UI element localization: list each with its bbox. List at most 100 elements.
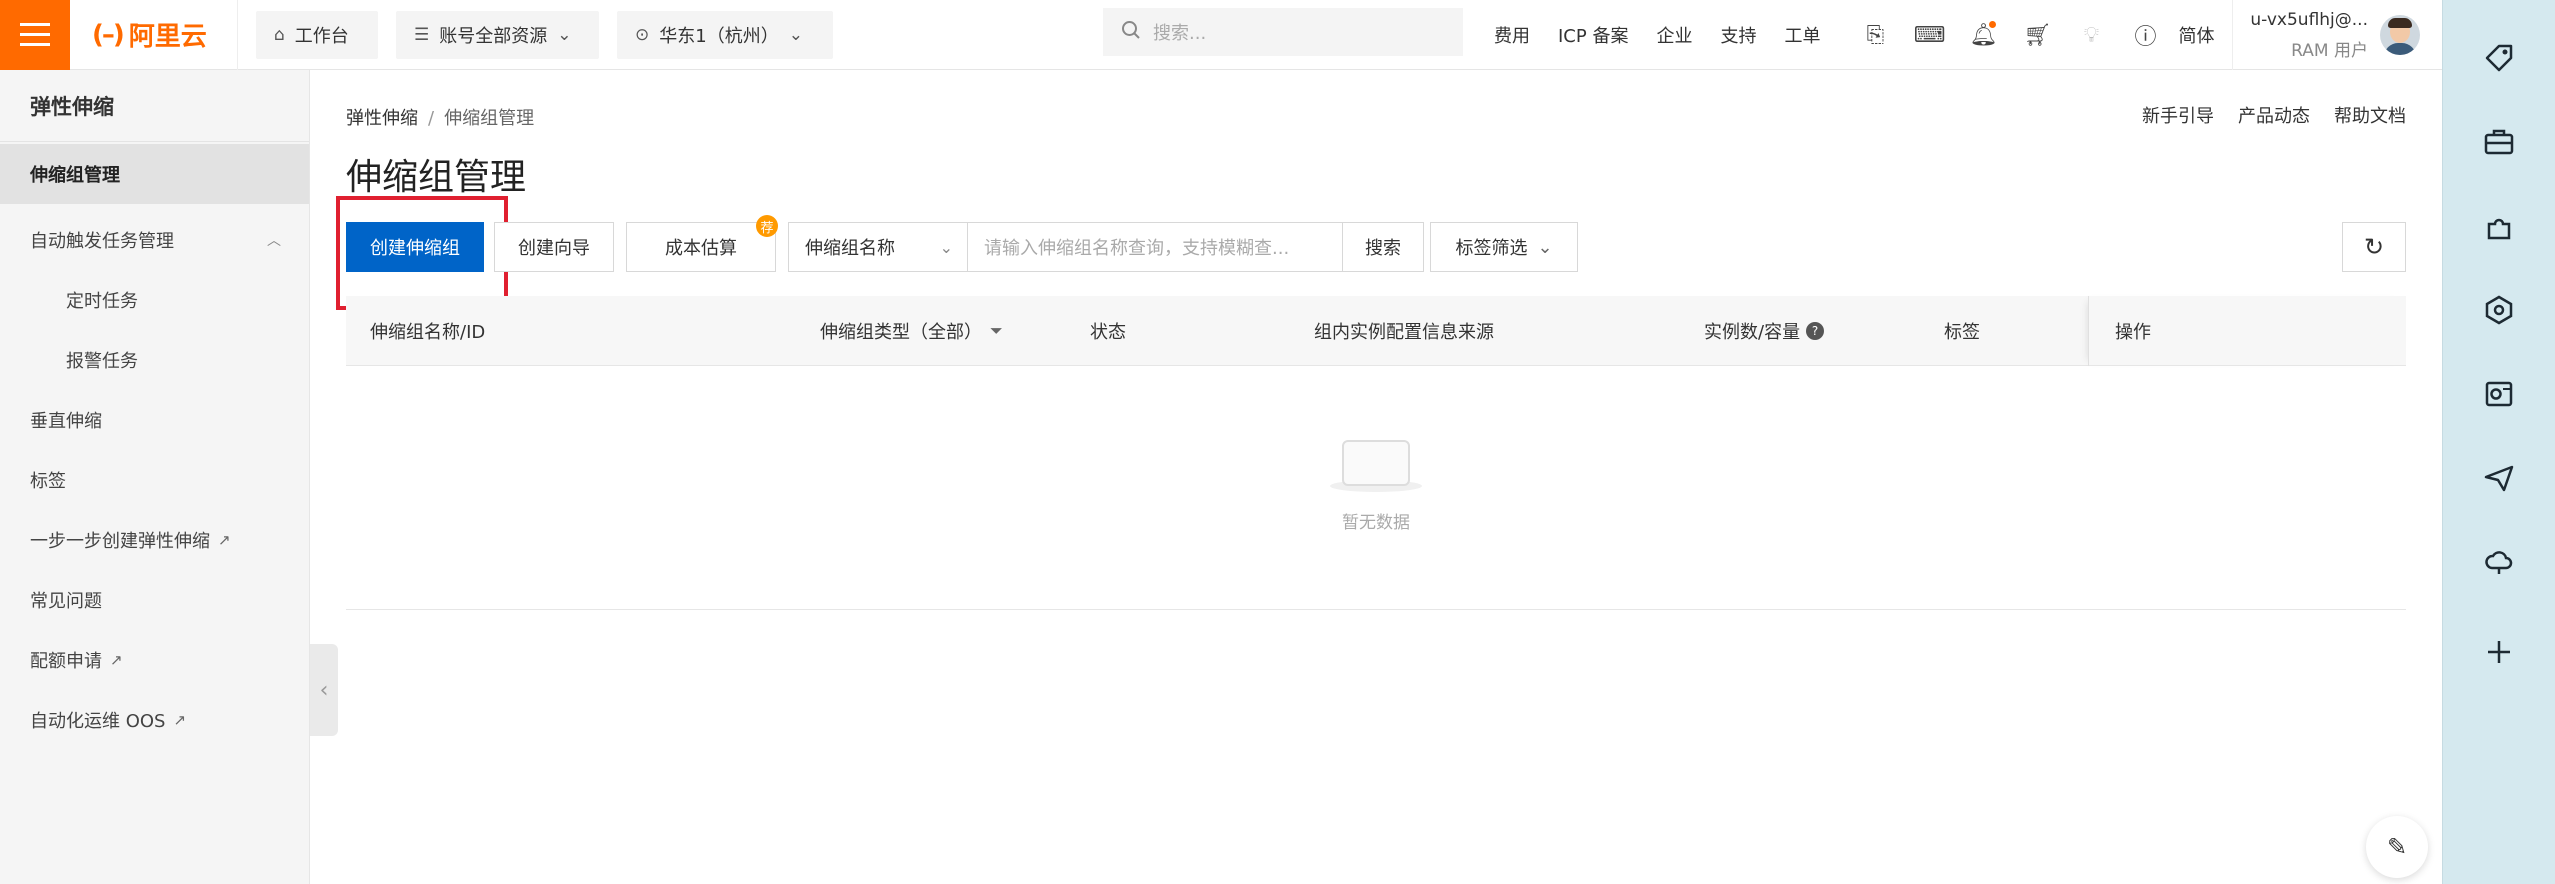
help-docs-link[interactable]: 帮助文档 (2334, 102, 2406, 128)
puzzle-icon[interactable] (2477, 204, 2521, 248)
help-question-icon[interactable]: ? (1806, 322, 1825, 340)
filter-icon[interactable]: ⏷ (990, 321, 1003, 341)
workbench-button[interactable]: ⌂ 工作台 (256, 10, 378, 59)
logo-text: 阿里云 (128, 22, 207, 52)
feedback-edit-button[interactable]: ✎ (2366, 816, 2428, 878)
language-switch[interactable]: 简体 (2178, 0, 2234, 70)
breadcrumb: 弹性伸缩 / 伸缩组管理 (346, 104, 534, 130)
external-link-icon: ↗ (110, 651, 123, 669)
stack-icon: ☰ (414, 24, 430, 45)
sidebar-item-label: 标签 (30, 471, 66, 492)
sidebar-item-quota-request[interactable]: 配额申请 ↗ (0, 630, 309, 690)
bell-icon[interactable]: 🔔︎ (1956, 20, 2010, 48)
chevron-left-icon: ‹ (319, 677, 329, 703)
sidebar-item-label: 垂直伸缩 (30, 411, 102, 432)
sidebar-item-step-by-step[interactable]: 一步一步创建弹性伸缩 ↗ (0, 510, 309, 570)
table-body: 暂无数据 (346, 366, 2406, 610)
cube-icon[interactable] (2477, 288, 2521, 332)
column-header-tags: 标签 (1944, 322, 1980, 343)
avatar[interactable] (2380, 15, 2420, 55)
recommend-badge: 荐 (756, 215, 778, 237)
tag-filter-label: 标签筛选 (1455, 238, 1528, 259)
enterprise-link[interactable]: 企业 (1656, 22, 1692, 48)
toolbar: 创建伸缩组 创建向导 成本估算 荐 伸缩组名称 ⌄ 请输入伸缩组名称查询，支持模… (336, 196, 2406, 310)
global-search-input[interactable]: 搜索... (1103, 8, 1463, 56)
empty-state: 暂无数据 (346, 432, 2406, 533)
hamburger-menu-button[interactable] (0, 0, 70, 70)
search-button[interactable]: 搜索 (1342, 222, 1424, 272)
tag-icon[interactable] (2477, 36, 2521, 80)
create-wizard-button[interactable]: 创建向导 (494, 222, 614, 272)
product-news-link[interactable]: 产品动态 (2238, 102, 2310, 128)
region-label: 华东1（杭州） (659, 25, 779, 47)
sidebar: 弹性伸缩 伸缩组管理 自动触发任务管理 ︿ 定时任务 报警任务 垂直伸缩 标签 … (0, 70, 310, 884)
billing-link[interactable]: 费用 (1494, 22, 1530, 48)
ai-assistant-icon[interactable]: ⎘ (1848, 23, 1902, 48)
tag-filter-dropdown[interactable]: 标签筛选 ⌄ (1430, 222, 1578, 272)
location-pin-icon: ⊙ (635, 24, 650, 45)
sidebar-title: 弹性伸缩 (0, 70, 309, 142)
cart-icon[interactable]: 🛒︎ (2010, 23, 2064, 48)
right-tool-rail (2442, 0, 2555, 884)
empty-inbox-icon (1330, 432, 1422, 492)
refresh-button[interactable]: ↻ (2342, 222, 2406, 272)
external-link-icon: ↗ (218, 531, 231, 549)
sidebar-item-vertical-scaling[interactable]: 垂直伸缩 (0, 390, 309, 450)
send-icon[interactable] (2477, 456, 2521, 500)
sidebar-collapse-button[interactable]: ‹ (310, 644, 338, 736)
sidebar-item-oos[interactable]: 自动化运维 OOS ↗ (0, 690, 309, 750)
sidebar-item-scheduled-tasks[interactable]: 定时任务 (0, 270, 309, 330)
support-link[interactable]: 支持 (1720, 22, 1756, 48)
outlook-mail-icon[interactable] (2477, 372, 2521, 416)
cloud-icon[interactable] (2477, 540, 2521, 584)
scaling-group-search-input[interactable]: 请输入伸缩组名称查询，支持模糊查... (967, 222, 1343, 272)
sidebar-item-label: 一步一步创建弹性伸缩 (30, 531, 210, 552)
highlight-annotation-box (336, 196, 508, 310)
empty-text: 暂无数据 (1342, 513, 1410, 533)
chevron-down-icon: ⌄ (939, 237, 953, 257)
user-role: RAM 用户 (2291, 40, 2368, 61)
region-dropdown[interactable]: ⊙ 华东1（杭州） ⌄ (617, 10, 833, 59)
search-icon (1121, 20, 1141, 45)
sidebar-item-alarm-tasks[interactable]: 报警任务 (0, 330, 309, 390)
help-icon[interactable]: ⓘ (2118, 19, 2172, 51)
terminal-icon[interactable]: ⌨ (1902, 23, 1956, 48)
sidebar-item-scaling-groups[interactable]: 伸缩组管理 (0, 144, 309, 204)
sidebar-item-label: 常见问题 (30, 591, 102, 612)
table-header: 伸缩组名称/ID 伸缩组类型（全部） ⏷ 状态 组内实例配置信息来源 实例数/容量… (346, 296, 2406, 366)
refresh-icon: ↻ (2363, 233, 2385, 261)
sidebar-item-tags[interactable]: 标签 (0, 450, 309, 510)
sidebar-item-label: 自动化运维 OOS (30, 711, 166, 732)
ticket-link[interactable]: 工单 (1784, 22, 1820, 48)
sidebar-item-label: 自动触发任务管理 (30, 231, 174, 252)
toolbox-icon[interactable] (2477, 120, 2521, 164)
breadcrumb-root[interactable]: 弹性伸缩 (346, 108, 418, 129)
account-scope-label: 账号全部资源 (439, 25, 548, 47)
cost-estimate-button[interactable]: 成本估算 荐 (626, 215, 778, 272)
sidebar-item-faq[interactable]: 常见问题 (0, 570, 309, 630)
pencil-icon: ✎ (2386, 833, 2408, 861)
select-value: 伸缩组名称 (805, 238, 895, 259)
top-links: 费用 ICP 备案 企业 支持 工单 ⎘ ⌨ 🔔︎ 🛒︎ 💡︎ ⓘ 简体 (1494, 0, 2234, 70)
account-scope-dropdown[interactable]: ☰ 账号全部资源 ⌄ (396, 10, 599, 59)
user-name: u-vx5uflhj@... (2250, 9, 2368, 30)
cost-estimate-label: 成本估算 (665, 238, 737, 259)
lightbulb-icon[interactable]: 💡︎ (2064, 23, 2118, 48)
plus-icon[interactable] (2477, 630, 2521, 674)
search-placeholder: 搜索... (1153, 23, 1207, 44)
help-links: 新手引导 产品动态 帮助文档 (2142, 102, 2406, 128)
search-field-select[interactable]: 伸缩组名称 ⌄ (788, 222, 968, 272)
column-header-type[interactable]: 伸缩组类型（全部） ⏷ (820, 296, 1003, 366)
user-menu[interactable]: u-vx5uflhj@... RAM 用户 (2238, 0, 2438, 70)
icp-link[interactable]: ICP 备案 (1558, 22, 1628, 48)
breadcrumb-separator: / (428, 108, 435, 129)
logo-mark-icon: (–) (92, 19, 125, 50)
sidebar-item-auto-trigger-tasks[interactable]: 自动触发任务管理 ︿ (0, 210, 309, 270)
aliyun-logo[interactable]: (–) 阿里云 (70, 0, 238, 70)
beginner-guide-link[interactable]: 新手引导 (2142, 102, 2214, 128)
column-header-config-source: 组内实例配置信息来源 (1314, 322, 1494, 343)
notification-dot (1989, 20, 1997, 28)
column-header-status: 状态 (1090, 322, 1126, 343)
sidebar-item-label: 配额申请 (30, 651, 102, 672)
sidebar-item-label: 定时任务 (66, 291, 138, 312)
